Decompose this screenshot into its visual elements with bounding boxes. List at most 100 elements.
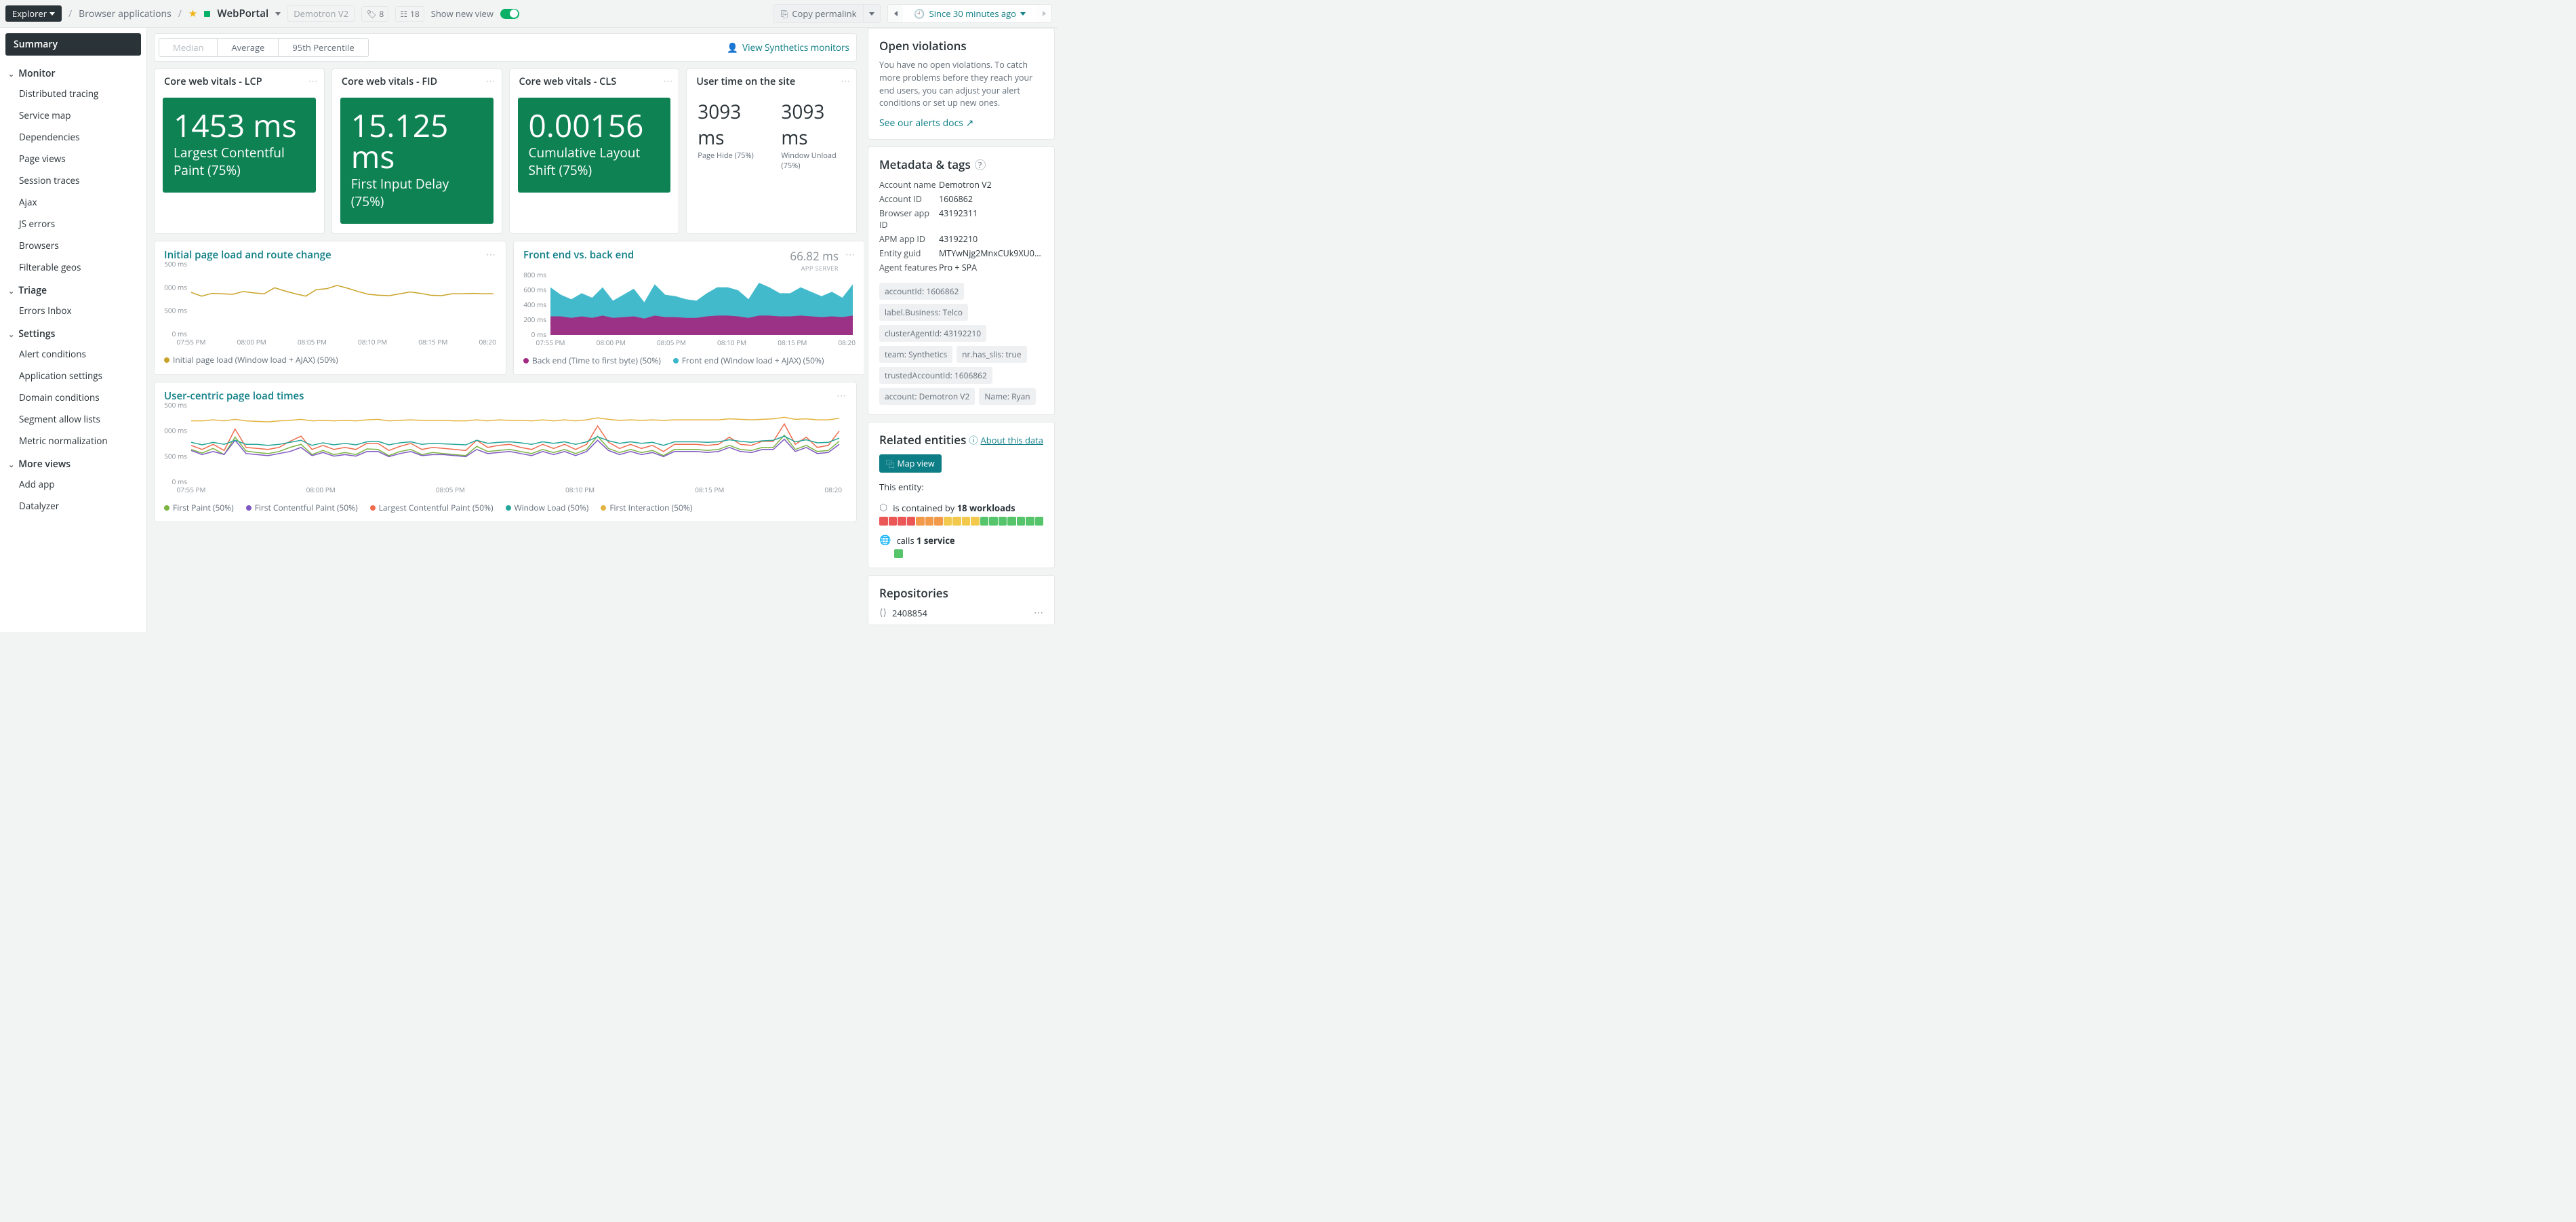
tag[interactable]: Name: Ryan	[979, 388, 1035, 405]
workload-hex[interactable]	[925, 517, 934, 526]
panel-open-violations: Open violations You have no open violati…	[868, 28, 1055, 140]
workload-hex[interactable]	[898, 517, 906, 526]
sidebar-item[interactable]: Segment allow lists	[5, 408, 141, 430]
workload-hex[interactable]	[879, 517, 888, 526]
workload-hex[interactable]	[889, 517, 898, 526]
workload-hex[interactable]	[989, 517, 998, 526]
sidebar-item[interactable]: Alert conditions	[5, 343, 141, 365]
sidebar-item[interactable]: Application settings	[5, 365, 141, 387]
tag[interactable]: label.Business: Telco	[879, 304, 968, 321]
percentile-segmented-control[interactable]: Median Average 95th Percentile	[159, 38, 369, 57]
sidebar-summary[interactable]: Summary	[5, 33, 141, 56]
sidebar-section-triage[interactable]: ⌃Triage	[5, 278, 141, 300]
card-menu[interactable]: ⋯	[308, 75, 319, 87]
view-synthetics-link[interactable]: 👤 View Synthetics monitors	[727, 41, 849, 54]
chart-title[interactable]: Initial page load and route change	[164, 248, 331, 262]
show-new-view-toggle[interactable]	[500, 9, 519, 19]
svg-text:200 ms: 200 ms	[523, 315, 546, 324]
tag[interactable]: team: Synthetics	[879, 346, 952, 363]
about-data-link[interactable]: ⓘAbout this data	[969, 433, 1044, 446]
tag[interactable]: nr.has_slis: true	[957, 346, 1026, 363]
card-menu[interactable]: ⋯	[837, 389, 847, 403]
card-menu[interactable]: ⋯	[663, 75, 673, 87]
service-hex[interactable]	[894, 549, 903, 558]
svg-text:08:15 PM: 08:15 PM	[418, 337, 447, 347]
workload-hexes[interactable]	[879, 517, 1043, 526]
sidebar-item[interactable]: Browsers	[5, 235, 141, 256]
map-icon: ⿻	[886, 457, 895, 470]
sidebar-section-moreviews[interactable]: ⌃More views	[5, 452, 141, 473]
sidebar-item[interactable]: Service map	[5, 104, 141, 126]
sidebar-item[interactable]: Datalyzer	[5, 495, 141, 517]
explorer-dropdown[interactable]: Explorer	[5, 5, 62, 22]
time-prev[interactable]	[888, 5, 903, 22]
copy-permalink-button[interactable]: ⎘ Copy permalink	[773, 4, 864, 23]
tag[interactable]: accountId: 1606862	[879, 283, 964, 300]
workload-hex[interactable]	[962, 517, 971, 526]
repo-id[interactable]: 2408854	[892, 607, 927, 619]
workload-hex[interactable]	[1026, 517, 1034, 526]
contained-by-count[interactable]: 18 workloads	[957, 502, 1015, 514]
workload-hex[interactable]	[980, 517, 989, 526]
tag[interactable]: account: Demotron V2	[879, 388, 975, 405]
workload-hex[interactable]	[916, 517, 925, 526]
sidebar-item[interactable]: Distributed tracing	[5, 83, 141, 104]
workload-hex[interactable]	[934, 517, 943, 526]
app-name[interactable]: WebPortal	[217, 7, 268, 20]
sidebar-section-monitor[interactable]: ⌃Monitor	[5, 61, 141, 83]
time-next[interactable]	[1037, 5, 1051, 22]
seg-average[interactable]: Average	[218, 39, 279, 56]
meta-row: Account ID1606862	[879, 192, 1043, 206]
sidebar-item[interactable]: Filterable geos	[5, 256, 141, 278]
sidebar-item[interactable]: Page views	[5, 148, 141, 170]
sidebar-item[interactable]: Session traces	[5, 170, 141, 191]
chart-title[interactable]: User-centric page load times	[164, 389, 304, 403]
workload-hex[interactable]	[907, 517, 916, 526]
workload-hex[interactable]	[944, 517, 952, 526]
repo-menu[interactable]: ⋯	[1034, 606, 1043, 619]
star-icon[interactable]: ★	[188, 7, 197, 20]
sidebar-triage-list: Errors Inbox	[5, 300, 141, 321]
workload-hex[interactable]	[971, 517, 980, 526]
sidebar-item[interactable]: Add app	[5, 473, 141, 495]
tags-badge[interactable]: 🏷8	[361, 6, 388, 22]
card-menu[interactable]: ⋯	[845, 248, 856, 261]
chart-title[interactable]: Front end vs. back end	[523, 248, 634, 262]
info-icon[interactable]: ?	[975, 159, 986, 170]
meta-value: MTYwNjg2MnxCUk9XU0VSfEFQUExJQ0F...	[939, 248, 1043, 259]
tag[interactable]: clusterAgentId: 43192210	[879, 325, 986, 342]
sidebar-item[interactable]: Dependencies	[5, 126, 141, 148]
sidebar-item[interactable]: Domain conditions	[5, 387, 141, 408]
kpi-sub: First Input Delay (75%)	[351, 175, 483, 210]
card-menu[interactable]: ⋯	[486, 248, 496, 262]
card-menu[interactable]: ⋯	[486, 75, 496, 87]
tag[interactable]: trustedAccountId: 1606862	[879, 367, 992, 384]
sidebar-item[interactable]: Ajax	[5, 191, 141, 213]
time-picker[interactable]: 🕘 Since 30 minutes ago	[887, 4, 1052, 23]
env-pill[interactable]: Demotron V2	[287, 5, 355, 22]
seg-p95[interactable]: 95th Percentile	[279, 39, 367, 56]
alerts-docs-link[interactable]: See our alerts docs ↗	[879, 117, 973, 130]
breadcrumb-browser-apps[interactable]: Browser applications	[79, 7, 172, 20]
map-view-button[interactable]: ⿻Map view	[879, 454, 942, 473]
this-entity-label: This entity:	[879, 481, 1043, 493]
globe-icon: 🌐	[879, 534, 891, 547]
sidebar-item[interactable]: Metric normalization	[5, 430, 141, 452]
workload-hex[interactable]	[999, 517, 1007, 526]
copy-permalink-dropdown[interactable]	[864, 4, 881, 23]
show-new-view-label: Show new view	[431, 7, 494, 20]
workload-hex[interactable]	[1017, 517, 1026, 526]
sidebar-item[interactable]: JS errors	[5, 213, 141, 235]
deploys-badge[interactable]: ☷18	[395, 6, 424, 22]
chevron-down-icon[interactable]	[275, 12, 281, 16]
sidebar-section-settings[interactable]: ⌃Settings	[5, 321, 141, 343]
time-range-label: Since 30 minutes ago	[929, 7, 1016, 20]
workload-hex[interactable]	[1035, 517, 1044, 526]
sidebar-item[interactable]: Errors Inbox	[5, 300, 141, 321]
panel-related-entities: Related entities ⓘAbout this data ⿻Map v…	[868, 422, 1055, 568]
seg-median[interactable]: Median	[159, 39, 218, 56]
workload-hex[interactable]	[952, 517, 961, 526]
card-menu[interactable]: ⋯	[841, 75, 851, 87]
calls-count[interactable]: 1 service	[917, 534, 955, 547]
workload-hex[interactable]	[1007, 517, 1016, 526]
